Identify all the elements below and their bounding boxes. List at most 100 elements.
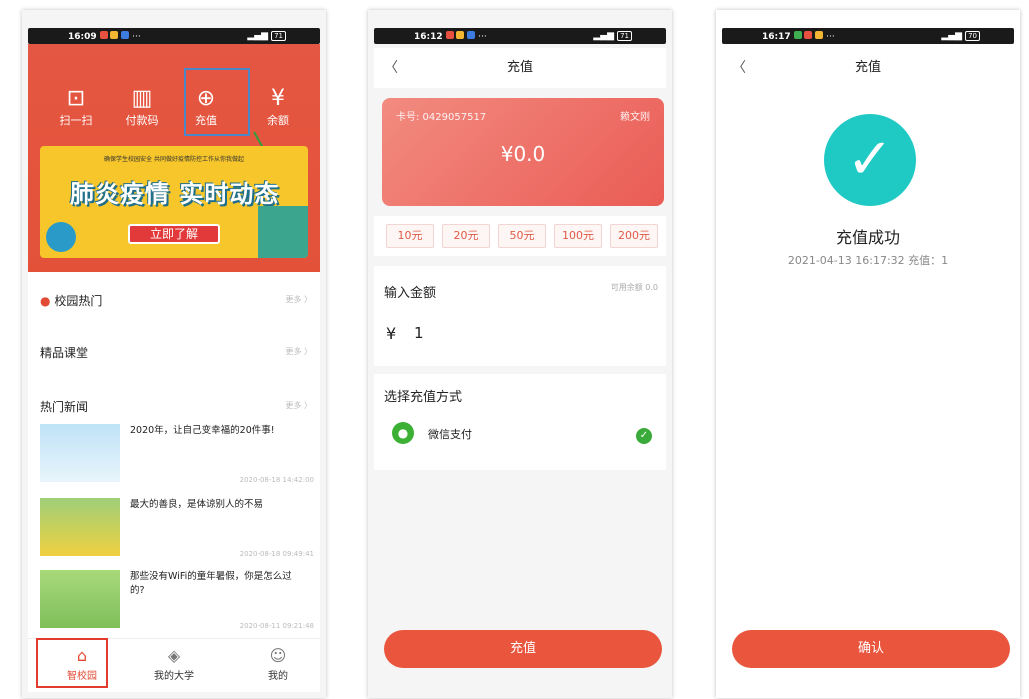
news-title: 那些没有WiFi的童年暑假，你是怎么过的? — [130, 571, 292, 596]
section-news[interactable]: 热门新闻 — [40, 398, 88, 415]
back-button[interactable]: 〈 — [732, 48, 746, 88]
nav-bar: 〈 充值 — [374, 48, 666, 88]
card-balance: ¥0.0 — [500, 142, 546, 166]
success-title: 充值成功 — [835, 228, 900, 247]
campus-card: 卡号: 0429057517 赖文刚 ¥0.0 — [382, 98, 664, 206]
tab-my-university[interactable]: ◈ 我的大学 — [134, 645, 214, 682]
amount-option-10[interactable]: 10元 — [386, 224, 434, 248]
amount-option-50[interactable]: 50元 — [498, 224, 546, 248]
status-time: 16:17 — [762, 31, 791, 42]
notification-icon — [445, 30, 454, 39]
balance-label: 余额 — [267, 114, 289, 127]
payment-method-section: 选择充值方式 ● 微信支付 ✓ — [374, 374, 666, 470]
more-link[interactable]: 更多 〉 — [285, 346, 312, 357]
success-check-icon: ✓ — [824, 114, 916, 206]
banner-decoration — [258, 206, 308, 258]
status-time: 16:09 — [68, 31, 97, 42]
notification-icon — [99, 30, 108, 39]
card-holder: 赖文刚 — [620, 112, 650, 123]
tab-label: 我的 — [268, 671, 288, 682]
battery-icon: 71 — [271, 31, 286, 41]
amount-option-20[interactable]: 20元 — [442, 224, 490, 248]
globe-icon — [46, 222, 76, 252]
annotation-tab-highlight — [36, 638, 108, 688]
money-bag-icon: ¥ — [271, 86, 285, 111]
battery-icon: 71 — [617, 31, 632, 41]
news-item[interactable]: 2020年，让自己变幸福的20件事! 2020-08-18 14:42:00 — [40, 424, 320, 486]
amount-label: 输入金额 — [384, 286, 437, 301]
success-detail: 2021-04-13 16:17:32 充值：1 — [787, 254, 949, 267]
news-title: 最大的善良，是体谅别人的不易 — [130, 499, 264, 510]
amount-input[interactable] — [414, 324, 614, 342]
amount-option-100[interactable]: 100元 — [554, 224, 602, 248]
pay-code-button[interactable]: ▥ 付款码 — [112, 86, 172, 128]
tab-me[interactable]: ☺ 我的 — [238, 645, 318, 682]
page-title: 充值 — [506, 60, 533, 75]
news-time: 2020-08-11 09:21:48 — [239, 622, 314, 630]
notification-icon — [793, 30, 802, 39]
phone-home-screen: 16:09 ··· ▂▄▆ 71 ⊡ 扫一扫 ▥ 付款码 ⊕ 充值 ¥ 余额 确保… — [22, 10, 326, 698]
news-time: 2020-08-18 09:49:41 — [239, 550, 314, 558]
user-icon: ☺ — [269, 646, 287, 665]
notification-icon — [110, 30, 119, 39]
available-balance: 可用余额 0.0 — [610, 283, 658, 292]
more-link[interactable]: 更多 〉 — [285, 294, 312, 305]
notification-icon — [456, 30, 465, 39]
payment-label: 选择充值方式 — [384, 390, 463, 405]
banner-subtext: 确保学生校园安全 共同做好疫情防控工作从你我做起 — [104, 156, 244, 163]
balance-button[interactable]: ¥ 余额 — [248, 86, 308, 128]
status-more: ··· — [478, 31, 487, 42]
check-icon[interactable]: ✓ — [636, 428, 652, 444]
notification-icon — [467, 30, 476, 39]
status-more: ··· — [132, 31, 141, 42]
wechat-pay-option[interactable]: 微信支付 — [428, 426, 472, 442]
section-campus-hot[interactable]: ● 校园热门 — [40, 292, 102, 309]
battery-icon: 70 — [965, 31, 980, 41]
card-number: 卡号: 0429057517 — [396, 112, 487, 123]
notification-icon — [804, 30, 813, 39]
amount-options: 10元 20元 50元 100元 200元 — [374, 216, 666, 256]
layers-icon: ◈ — [167, 646, 181, 665]
wechat-icon: ● — [392, 422, 414, 444]
tab-label: 我的大学 — [154, 671, 194, 682]
back-button[interactable]: 〈 — [384, 48, 398, 88]
confirm-button[interactable]: 确认 — [732, 630, 1010, 668]
status-bar: 16:17 ··· ▂▄▆ 70 — [722, 28, 1014, 44]
scan-label: 扫一扫 — [59, 114, 93, 127]
status-time: 16:12 — [414, 31, 443, 42]
scan-icon: ⊡ — [66, 86, 86, 111]
status-bar: 16:09 ··· ▂▄▆ 71 — [28, 28, 320, 44]
news-item[interactable]: 最大的善良，是体谅别人的不易 2020-08-18 09:49:41 — [40, 498, 320, 560]
status-more: ··· — [826, 31, 835, 42]
nav-bar: 〈 充值 — [722, 48, 1014, 88]
banner-title: 肺炎疫情 实时动态 — [70, 180, 280, 208]
annotation-highlight-box — [184, 68, 250, 136]
section-courses[interactable]: 精品课堂 — [40, 344, 88, 361]
phone-success-screen: 16:17 ··· ▂▄▆ 70 〈 充值 ✓ 充值成功 2021-04-13 1… — [716, 10, 1020, 698]
page-title: 充值 — [854, 60, 881, 75]
news-title: 2020年，让自己变幸福的20件事! — [130, 425, 275, 436]
barcode-icon: ▥ — [131, 86, 153, 111]
scan-button[interactable]: ⊡ 扫一扫 — [46, 86, 106, 128]
section-title: 校园热门 — [54, 294, 103, 308]
notification-icon — [121, 30, 130, 39]
recharge-submit-button[interactable]: 充值 — [384, 630, 662, 668]
phone-recharge-screen: 16:12 ··· ▂▄▆ 71 〈 充值 卡号: 0429057517 赖文刚 … — [368, 10, 672, 698]
amount-option-200[interactable]: 200元 — [610, 224, 658, 248]
learn-more-button[interactable]: 立即了解 — [128, 224, 220, 244]
news-thumbnail — [40, 498, 120, 556]
news-thumbnail — [40, 424, 120, 482]
pay-code-label: 付款码 — [125, 114, 159, 127]
fire-icon: ● — [40, 294, 51, 308]
more-link[interactable]: 更多 〉 — [285, 400, 312, 411]
currency-symbol: ¥ — [386, 324, 397, 343]
amount-input-section: 输入金额 可用余额 0.0 ¥ — [374, 266, 666, 366]
news-thumbnail — [40, 570, 120, 628]
notification-icon — [815, 30, 824, 39]
epidemic-banner[interactable]: 确保学生校园安全 共同做好疫情防控工作从你我做起 肺炎疫情 实时动态 立即了解 — [40, 146, 308, 258]
news-time: 2020-08-18 14:42:00 — [239, 476, 314, 484]
status-bar: 16:12 ··· ▂▄▆ 71 — [374, 28, 666, 44]
signal-icon: ▂▄▆ — [941, 31, 963, 41]
news-item[interactable]: 那些没有WiFi的童年暑假，你是怎么过的? 2020-08-11 09:21:4… — [40, 570, 320, 632]
signal-icon: ▂▄▆ — [247, 31, 269, 41]
